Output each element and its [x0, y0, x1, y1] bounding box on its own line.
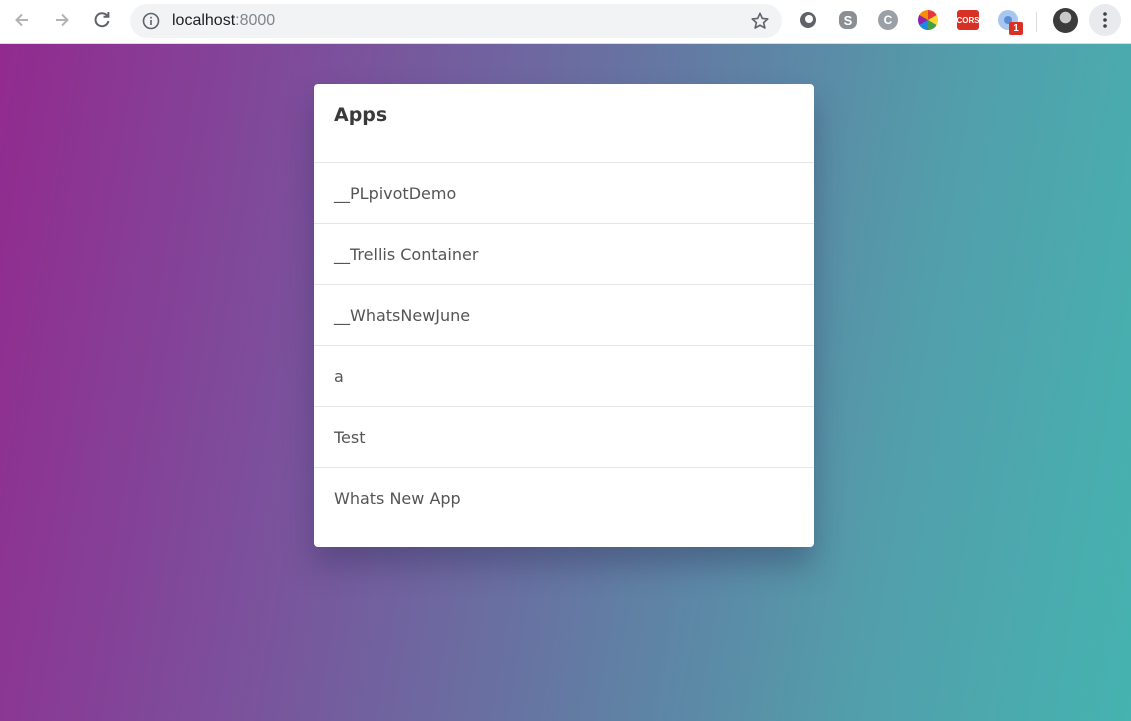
app-list-item[interactable]: __WhatsNewJune — [314, 284, 814, 345]
card-title: Apps — [334, 104, 388, 126]
profile-avatar[interactable] — [1053, 8, 1078, 33]
star-icon[interactable] — [750, 11, 770, 31]
svg-text:S: S — [844, 13, 853, 28]
forward-button[interactable] — [46, 4, 78, 36]
app-name: __Trellis Container — [334, 245, 479, 264]
url-text[interactable]: localhost:8000 — [172, 12, 275, 30]
toolbar-divider — [1036, 12, 1037, 32]
color-wheel-icon[interactable] — [918, 10, 938, 30]
app-name: Test — [334, 428, 366, 447]
more-vertical-icon — [1103, 12, 1107, 28]
app-list-item[interactable]: __PLpivotDemo — [314, 162, 814, 223]
reload-button[interactable] — [86, 4, 118, 36]
address-bar[interactable]: localhost:8000 — [130, 4, 782, 38]
url-port: :8000 — [235, 12, 276, 29]
apps-list: __PLpivotDemo __Trellis Container __What… — [314, 162, 814, 528]
apps-card: Apps __PLpivotDemo __Trellis Container _… — [314, 84, 814, 547]
reload-icon — [94, 12, 110, 28]
app-name: __WhatsNewJune — [334, 306, 471, 325]
app-list-item[interactable]: Whats New App — [314, 467, 814, 528]
cors-label: CORS — [956, 15, 980, 25]
back-button[interactable] — [6, 4, 38, 36]
skype-icon[interactable]: S — [838, 10, 858, 30]
page-background: Apps __PLpivotDemo __Trellis Container _… — [0, 44, 1131, 721]
extension-badge-icon[interactable]: 1 — [998, 10, 1023, 35]
extension-ring-icon[interactable] — [798, 10, 818, 30]
app-list-item[interactable]: a — [314, 345, 814, 406]
app-name: __PLpivotDemo — [334, 184, 457, 203]
arrow-left-icon — [15, 13, 28, 27]
browser-toolbar: localhost:8000 S C CORS 1 — [0, 0, 1131, 44]
app-list-item[interactable]: __Trellis Container — [314, 223, 814, 284]
browser-menu-button[interactable] — [1089, 4, 1121, 36]
info-icon[interactable] — [142, 12, 160, 30]
notification-badge: 1 — [1009, 22, 1023, 35]
app-name: Whats New App — [334, 489, 461, 508]
url-host: localhost — [172, 12, 236, 29]
extension-c-icon[interactable]: C — [878, 10, 898, 30]
app-name: a — [334, 367, 344, 386]
app-list-item[interactable]: Test — [314, 406, 814, 467]
cors-extension-icon[interactable]: CORS — [956, 10, 980, 30]
arrow-right-icon — [56, 13, 69, 27]
extension-c-label: C — [883, 13, 893, 27]
